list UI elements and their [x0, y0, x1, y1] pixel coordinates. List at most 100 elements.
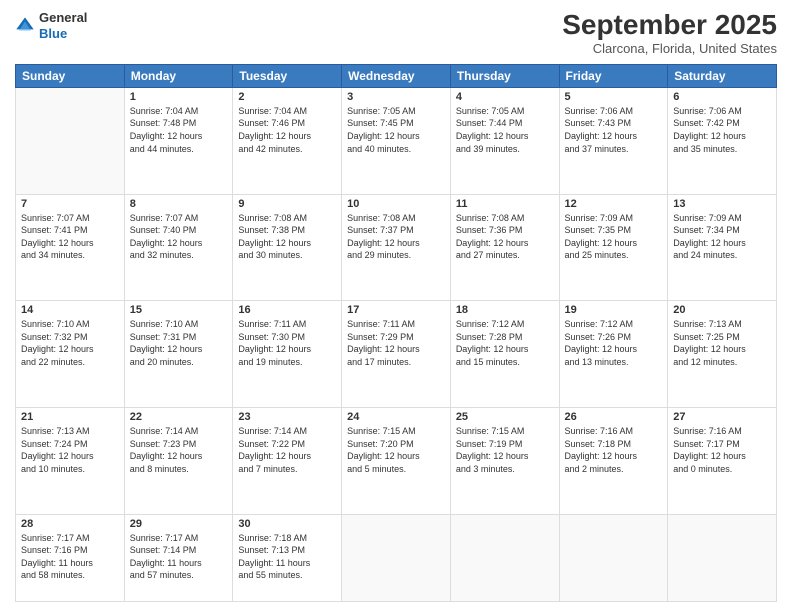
day-number: 3 [347, 91, 445, 103]
table-row [342, 514, 451, 601]
day-number: 1 [130, 91, 228, 103]
day-info: Sunrise: 7:15 AM Sunset: 7:20 PM Dayligh… [347, 425, 445, 475]
calendar-table: Sunday Monday Tuesday Wednesday Thursday… [15, 64, 777, 602]
day-info: Sunrise: 7:08 AM Sunset: 7:38 PM Dayligh… [238, 212, 336, 262]
logo-icon [15, 16, 35, 36]
col-sunday: Sunday [16, 64, 125, 87]
table-row: 30 Sunrise: 7:18 AM Sunset: 7:13 PM Dayli… [233, 514, 342, 601]
day-number: 12 [565, 198, 663, 210]
table-row [559, 514, 668, 601]
logo: General Blue [15, 10, 87, 41]
table-row: 9 Sunrise: 7:08 AM Sunset: 7:38 PM Daylig… [233, 194, 342, 301]
day-info: Sunrise: 7:14 AM Sunset: 7:22 PM Dayligh… [238, 425, 336, 475]
table-row: 17Sunrise: 7:11 AM Sunset: 7:29 PM Dayli… [342, 301, 451, 408]
logo-general: General [39, 10, 87, 25]
logo-text: General Blue [39, 10, 87, 41]
table-row: 14Sunrise: 7:10 AM Sunset: 7:32 PM Dayli… [16, 301, 125, 408]
month-title: September 2025 [562, 10, 777, 41]
table-row: 24 Sunrise: 7:15 AM Sunset: 7:20 PM Dayli… [342, 407, 451, 514]
table-row: 12 Sunrise: 7:09 AM Sunset: 7:35 PM Dayli… [559, 194, 668, 301]
table-row: 15 Sunrise: 7:10 AM Sunset: 7:31 PM Dayli… [124, 301, 233, 408]
day-number: 7 [21, 198, 119, 210]
table-row: 29 Sunrise: 7:17 AM Sunset: 7:14 PM Dayli… [124, 514, 233, 601]
day-number: 24 [347, 411, 445, 423]
day-info: Sunrise: 7:05 AM Sunset: 7:44 PM Dayligh… [456, 105, 554, 155]
table-row: 5 Sunrise: 7:06 AM Sunset: 7:43 PM Daylig… [559, 87, 668, 194]
day-number: 8 [130, 198, 228, 210]
day-number: 18 [456, 304, 554, 316]
day-info: Sunrise: 7:04 AM Sunset: 7:48 PM Dayligh… [130, 105, 228, 155]
col-tuesday: Tuesday [233, 64, 342, 87]
table-row: 26 Sunrise: 7:16 AM Sunset: 7:18 PM Dayli… [559, 407, 668, 514]
table-row: 18Sunrise: 7:12 AM Sunset: 7:28 PM Dayli… [450, 301, 559, 408]
day-info: Sunrise: 7:13 AM Sunset: 7:25 PM Dayligh… [673, 318, 771, 368]
day-info: Sunrise: 7:13 AM Sunset: 7:24 PM Dayligh… [21, 425, 119, 475]
table-row [668, 514, 777, 601]
table-row: 13 Sunrise: 7:09 AM Sunset: 7:34 PM Dayli… [668, 194, 777, 301]
col-saturday: Saturday [668, 64, 777, 87]
table-row: 25 Sunrise: 7:15 AM Sunset: 7:19 PM Dayli… [450, 407, 559, 514]
day-number: 19 [565, 304, 663, 316]
table-row: 7 Sunrise: 7:07 AM Sunset: 7:41 PM Daylig… [16, 194, 125, 301]
table-row: 20Sunrise: 7:13 AM Sunset: 7:25 PM Dayli… [668, 301, 777, 408]
table-row: 19 Sunrise: 7:12 AM Sunset: 7:26 PM Dayli… [559, 301, 668, 408]
day-number: 5 [565, 91, 663, 103]
table-row: 27 Sunrise: 7:16 AM Sunset: 7:17 PM Dayli… [668, 407, 777, 514]
table-row: 28 Sunrise: 7:17 AM Sunset: 7:16 PM Dayli… [16, 514, 125, 601]
logo-blue: Blue [39, 26, 67, 41]
day-number: 27 [673, 411, 771, 423]
day-number: 2 [238, 91, 336, 103]
col-thursday: Thursday [450, 64, 559, 87]
day-info: Sunrise: 7:11 AM Sunset: 7:30 PM Dayligh… [238, 318, 336, 368]
day-info: Sunrise: 7:09 AM Sunset: 7:35 PM Dayligh… [565, 212, 663, 262]
day-info: Sunrise: 7:09 AM Sunset: 7:34 PM Dayligh… [673, 212, 771, 262]
day-info: Sunrise: 7:12 AM Sunset: 7:26 PM Dayligh… [565, 318, 663, 368]
table-row: 3Sunrise: 7:05 AM Sunset: 7:45 PM Daylig… [342, 87, 451, 194]
day-number: 28 [21, 518, 119, 530]
day-info: Sunrise: 7:07 AM Sunset: 7:40 PM Dayligh… [130, 212, 228, 262]
table-row [450, 514, 559, 601]
day-info: Sunrise: 7:08 AM Sunset: 7:36 PM Dayligh… [456, 212, 554, 262]
day-number: 22 [130, 411, 228, 423]
day-info: Sunrise: 7:10 AM Sunset: 7:31 PM Dayligh… [130, 318, 228, 368]
table-row: 6Sunrise: 7:06 AM Sunset: 7:42 PM Daylig… [668, 87, 777, 194]
table-row: 4 Sunrise: 7:05 AM Sunset: 7:44 PM Daylig… [450, 87, 559, 194]
day-info: Sunrise: 7:16 AM Sunset: 7:18 PM Dayligh… [565, 425, 663, 475]
day-info: Sunrise: 7:06 AM Sunset: 7:43 PM Dayligh… [565, 105, 663, 155]
day-number: 26 [565, 411, 663, 423]
day-number: 23 [238, 411, 336, 423]
day-number: 30 [238, 518, 336, 530]
table-row: 21 Sunrise: 7:13 AM Sunset: 7:24 PM Dayli… [16, 407, 125, 514]
day-number: 4 [456, 91, 554, 103]
table-row: 23 Sunrise: 7:14 AM Sunset: 7:22 PM Dayli… [233, 407, 342, 514]
table-row: 16Sunrise: 7:11 AM Sunset: 7:30 PM Dayli… [233, 301, 342, 408]
day-info: Sunrise: 7:17 AM Sunset: 7:14 PM Dayligh… [130, 532, 228, 582]
day-number: 25 [456, 411, 554, 423]
day-info: Sunrise: 7:16 AM Sunset: 7:17 PM Dayligh… [673, 425, 771, 475]
col-monday: Monday [124, 64, 233, 87]
table-row: 8 Sunrise: 7:07 AM Sunset: 7:40 PM Daylig… [124, 194, 233, 301]
day-number: 10 [347, 198, 445, 210]
col-friday: Friday [559, 64, 668, 87]
day-number: 13 [673, 198, 771, 210]
day-number: 21 [21, 411, 119, 423]
day-number: 15 [130, 304, 228, 316]
day-info: Sunrise: 7:14 AM Sunset: 7:23 PM Dayligh… [130, 425, 228, 475]
day-info: Sunrise: 7:08 AM Sunset: 7:37 PM Dayligh… [347, 212, 445, 262]
col-wednesday: Wednesday [342, 64, 451, 87]
table-row: 2 Sunrise: 7:04 AM Sunset: 7:46 PM Daylig… [233, 87, 342, 194]
day-number: 14 [21, 304, 119, 316]
day-number: 11 [456, 198, 554, 210]
day-info: Sunrise: 7:15 AM Sunset: 7:19 PM Dayligh… [456, 425, 554, 475]
day-info: Sunrise: 7:06 AM Sunset: 7:42 PM Dayligh… [673, 105, 771, 155]
page: General Blue September 2025 Clarcona, Fl… [0, 0, 792, 612]
calendar-header-row: Sunday Monday Tuesday Wednesday Thursday… [16, 64, 777, 87]
day-number: 29 [130, 518, 228, 530]
day-info: Sunrise: 7:18 AM Sunset: 7:13 PM Dayligh… [238, 532, 336, 582]
day-info: Sunrise: 7:07 AM Sunset: 7:41 PM Dayligh… [21, 212, 119, 262]
day-info: Sunrise: 7:17 AM Sunset: 7:16 PM Dayligh… [21, 532, 119, 582]
day-info: Sunrise: 7:04 AM Sunset: 7:46 PM Dayligh… [238, 105, 336, 155]
title-section: September 2025 Clarcona, Florida, United… [562, 10, 777, 56]
day-number: 9 [238, 198, 336, 210]
table-row: 1 Sunrise: 7:04 AM Sunset: 7:48 PM Daylig… [124, 87, 233, 194]
